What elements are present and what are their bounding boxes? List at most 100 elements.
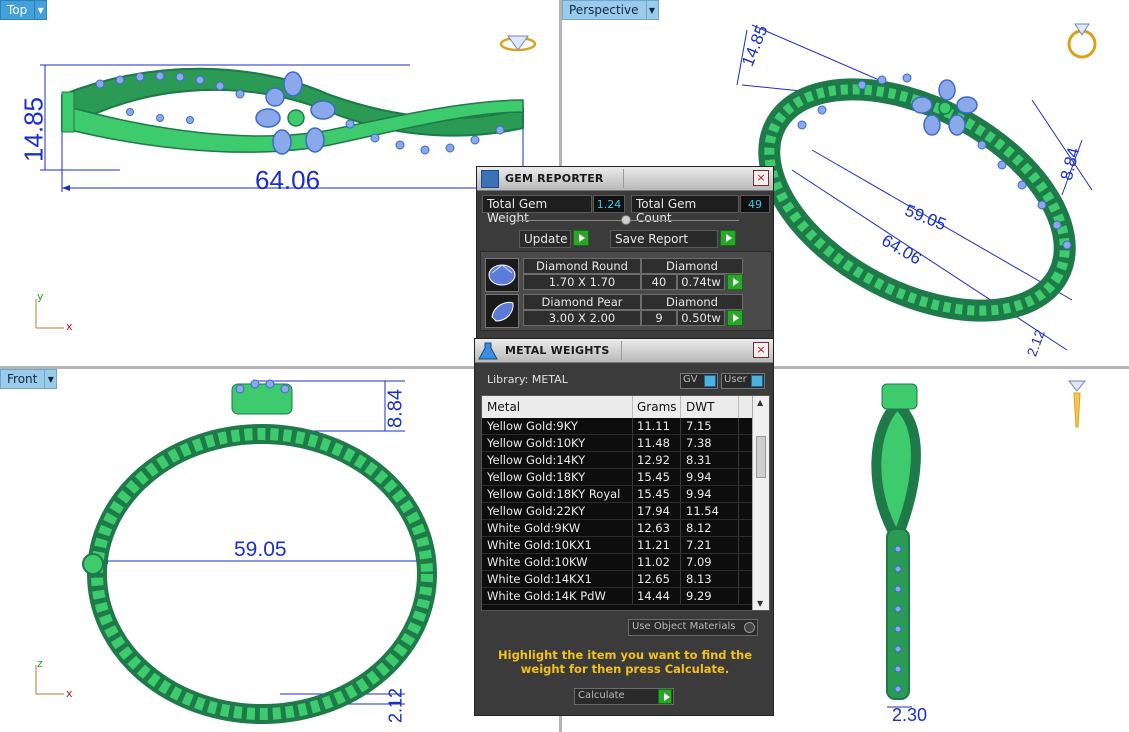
metal-weights-close-button[interactable]: × <box>753 342 769 358</box>
dwt-cell: 8.13 <box>686 572 712 586</box>
dwt-cell: 7.15 <box>686 419 712 433</box>
gem-reporter-titlebar[interactable]: GEM REPORTER × <box>477 167 773 191</box>
metal-name-cell: Yellow Gold:18KY <box>487 470 586 484</box>
metal-name-cell: Yellow Gold:9KY <box>487 419 578 433</box>
metal-name-cell: Yellow Gold:18KY Royal <box>487 487 621 501</box>
play-arrow-icon <box>720 230 736 246</box>
table-row[interactable]: White Gold:10KX1 11.21 7.21 <box>482 537 753 554</box>
table-scrollbar[interactable]: ▲ ▼ <box>752 396 769 610</box>
table-row[interactable]: Yellow Gold:10KY 11.48 7.38 <box>482 435 753 452</box>
grams-cell: 11.11 <box>637 419 670 433</box>
dwt-cell: 8.12 <box>686 521 712 535</box>
total-gem-weight-value: 1.24 <box>593 195 625 213</box>
dwt-cell: 9.29 <box>686 589 712 603</box>
gem-reporter-panel: GEM REPORTER × Total Gem Weight 1.24 Tot… <box>476 166 774 340</box>
metal-name-cell: Yellow Gold:14KY <box>487 453 586 467</box>
column-dwt[interactable]: DWT <box>686 400 714 414</box>
rhino-workspace: Top ▼ 14.85 64.06 y x Perspective ▼ 14.8… <box>0 0 1129 732</box>
round-diamond-icon <box>485 258 519 292</box>
column-metal[interactable]: Metal <box>487 400 520 414</box>
gem-count: 9 <box>641 310 677 326</box>
gem-select-arrow-icon[interactable] <box>727 274 743 290</box>
grams-cell: 11.48 <box>637 436 670 450</box>
dimension-width: 64.06 <box>255 165 321 195</box>
grams-cell: 17.94 <box>637 504 670 518</box>
calculate-instruction: Highlight the item you want to find the … <box>498 648 752 676</box>
table-row[interactable]: Yellow Gold:22KY 17.94 11.54 <box>482 503 753 520</box>
save-report-button[interactable]: Save Report <box>610 230 736 248</box>
front-dim-bottom: 2.12 <box>385 687 406 724</box>
grams-cell: 15.45 <box>637 487 670 501</box>
gem-count: 40 <box>641 274 677 290</box>
metal-name-cell: Yellow Gold:22KY <box>487 504 586 518</box>
metal-name-cell: White Gold:10KX1 <box>487 538 592 552</box>
dwt-cell: 11.54 <box>686 504 719 518</box>
gem-report-icon <box>481 169 499 188</box>
toggle-indicator-icon <box>704 375 716 387</box>
total-gem-weight-label: Total Gem Weight <box>482 195 592 225</box>
column-grams[interactable]: Grams <box>637 400 677 414</box>
table-row[interactable]: Yellow Gold:14KY 12.92 8.31 <box>482 452 753 469</box>
update-button[interactable]: Update <box>519 230 589 248</box>
total-gem-count-label: Total Gem Count <box>631 195 739 225</box>
scroll-down-icon[interactable]: ▼ <box>757 599 763 608</box>
gem-size: 3.00 X 2.00 <box>523 310 641 326</box>
metal-name-cell: White Gold:10KW <box>487 555 588 569</box>
metal-weights-title: METAL WEIGHTS <box>505 344 610 357</box>
metal-name-cell: White Gold:14K PdW <box>487 589 606 603</box>
grams-cell: 14.44 <box>637 589 670 603</box>
gv-toggle[interactable]: GV <box>680 373 718 389</box>
metal-weights-panel: METAL WEIGHTS × Library: METAL GV User M… <box>474 338 774 716</box>
user-toggle[interactable]: User <box>721 373 765 389</box>
splitter-handle[interactable] <box>621 215 631 225</box>
front-dim-width: 59.05 <box>234 538 287 561</box>
gem-row-pear[interactable]: Diamond Pear 3.00 X 2.00 Diamond 9 0.50t… <box>485 294 773 328</box>
table-header: Metal Grams DWT <box>482 396 753 418</box>
table-row[interactable]: White Gold:14KX1 12.65 8.13 <box>482 571 753 588</box>
grams-cell: 11.02 <box>637 555 670 569</box>
play-arrow-icon <box>573 230 589 246</box>
dwt-cell: 9.94 <box>686 487 712 501</box>
grams-cell: 12.65 <box>637 572 670 586</box>
metal-name-cell: White Gold:14KX1 <box>487 572 592 586</box>
gem-row-round[interactable]: Diamond Round 1.70 X 1.70 Diamond 40 0.7… <box>485 258 773 292</box>
library-label: Library: METAL <box>487 373 568 386</box>
dimension-height: 14.85 <box>18 96 49 163</box>
grams-cell: 12.63 <box>637 521 670 535</box>
play-arrow-icon <box>658 689 672 704</box>
table-row[interactable]: Yellow Gold:18KY 15.45 9.94 <box>482 469 753 486</box>
dwt-cell: 9.94 <box>686 470 712 484</box>
gem-select-arrow-icon[interactable] <box>727 310 743 326</box>
front-dim-height: 8.84 <box>384 389 407 428</box>
axis-x-label: x <box>66 320 73 333</box>
metal-weights-titlebar[interactable]: METAL WEIGHTS × <box>475 339 773 363</box>
dwt-cell: 7.21 <box>686 538 712 552</box>
table-row[interactable]: White Gold:10KW 11.02 7.09 <box>482 554 753 571</box>
axis-z-label: z <box>37 657 43 670</box>
gem-name: Diamond Pear <box>523 294 641 310</box>
gem-name: Diamond Round <box>523 258 641 274</box>
scroll-up-icon[interactable]: ▲ <box>757 398 763 407</box>
gem-weight: 0.74tw <box>677 274 725 290</box>
calculate-button[interactable]: Calculate <box>574 688 674 705</box>
gem-reporter-close-button[interactable]: × <box>753 170 769 186</box>
table-row[interactable]: White Gold:14K PdW 14.44 9.29 <box>482 588 753 605</box>
gem-size: 1.70 X 1.70 <box>523 274 641 290</box>
axis-x-label: x <box>66 687 73 700</box>
metal-flask-icon <box>477 341 499 361</box>
dwt-cell: 7.09 <box>686 555 712 569</box>
dwt-cell: 7.38 <box>686 436 712 450</box>
table-row[interactable]: White Gold:9KW 12.63 8.12 <box>482 520 753 537</box>
gem-reporter-title: GEM REPORTER <box>505 172 604 185</box>
use-object-materials-toggle[interactable]: Use Object Materials <box>628 619 758 636</box>
metal-table[interactable]: Metal Grams DWT Yellow Gold:9KY 11.11 7.15… <box>481 395 770 611</box>
ring-icon <box>1067 23 1097 59</box>
axis-y-label: y <box>37 290 44 303</box>
grams-cell: 11.21 <box>637 538 670 552</box>
scroll-thumb[interactable] <box>756 436 766 478</box>
table-row[interactable]: Yellow Gold:9KY 11.11 7.15 <box>482 418 753 435</box>
dwt-cell: 8.31 <box>686 453 712 467</box>
table-row[interactable]: Yellow Gold:18KY Royal 15.45 9.94 <box>482 486 753 503</box>
gem-material: Diamond <box>641 258 743 274</box>
ring-icon <box>499 35 537 52</box>
